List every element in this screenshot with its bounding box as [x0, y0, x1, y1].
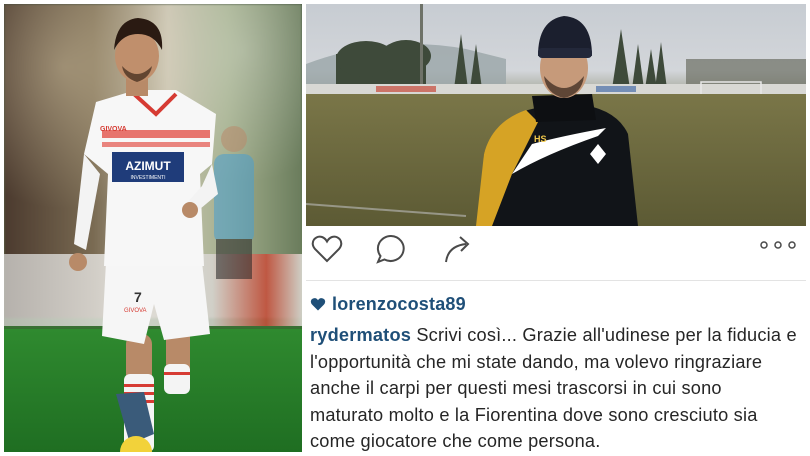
svg-text:GIVOVA: GIVOVA	[124, 308, 147, 314]
actions-divider	[306, 280, 806, 281]
post-caption-panel: lorenzocosta89 rydermatos Scrivi così...…	[306, 226, 806, 452]
speech-bubble-icon[interactable]	[374, 232, 408, 266]
player-photo-left: 7 GIVOVA AZIMUT INVESTIMENTI GIVOVA	[4, 4, 302, 452]
caption-author-username[interactable]: rydermatos	[310, 325, 411, 345]
share-arrow-icon[interactable]	[440, 232, 474, 266]
shirt-sponsor-label: AZIMUT	[125, 159, 171, 173]
player-figure-white-kit: 7 GIVOVA AZIMUT INVESTIMENTI GIVOVA	[69, 18, 254, 452]
more-dots-icon[interactable]	[758, 238, 798, 252]
kit-brand-label: GIVOVA	[100, 126, 127, 133]
post-caption: rydermatos Scrivi così... Grazie all'udi…	[310, 322, 800, 455]
jacket-mark-label: HS	[534, 134, 547, 144]
liked-by-username[interactable]: lorenzocosta89	[332, 294, 466, 315]
heart-filled-icon	[310, 298, 326, 311]
post-actions-bar	[306, 226, 806, 270]
player-figure-black-beanie: HS	[306, 4, 806, 226]
shirt-sponsor-sub-label: INVESTIMENTI	[130, 175, 165, 181]
player-photo-right: HS	[306, 4, 806, 226]
svg-text:7: 7	[134, 289, 142, 305]
heart-outline-icon[interactable]	[310, 232, 344, 266]
liked-by-row[interactable]: lorenzocosta89	[310, 292, 466, 316]
